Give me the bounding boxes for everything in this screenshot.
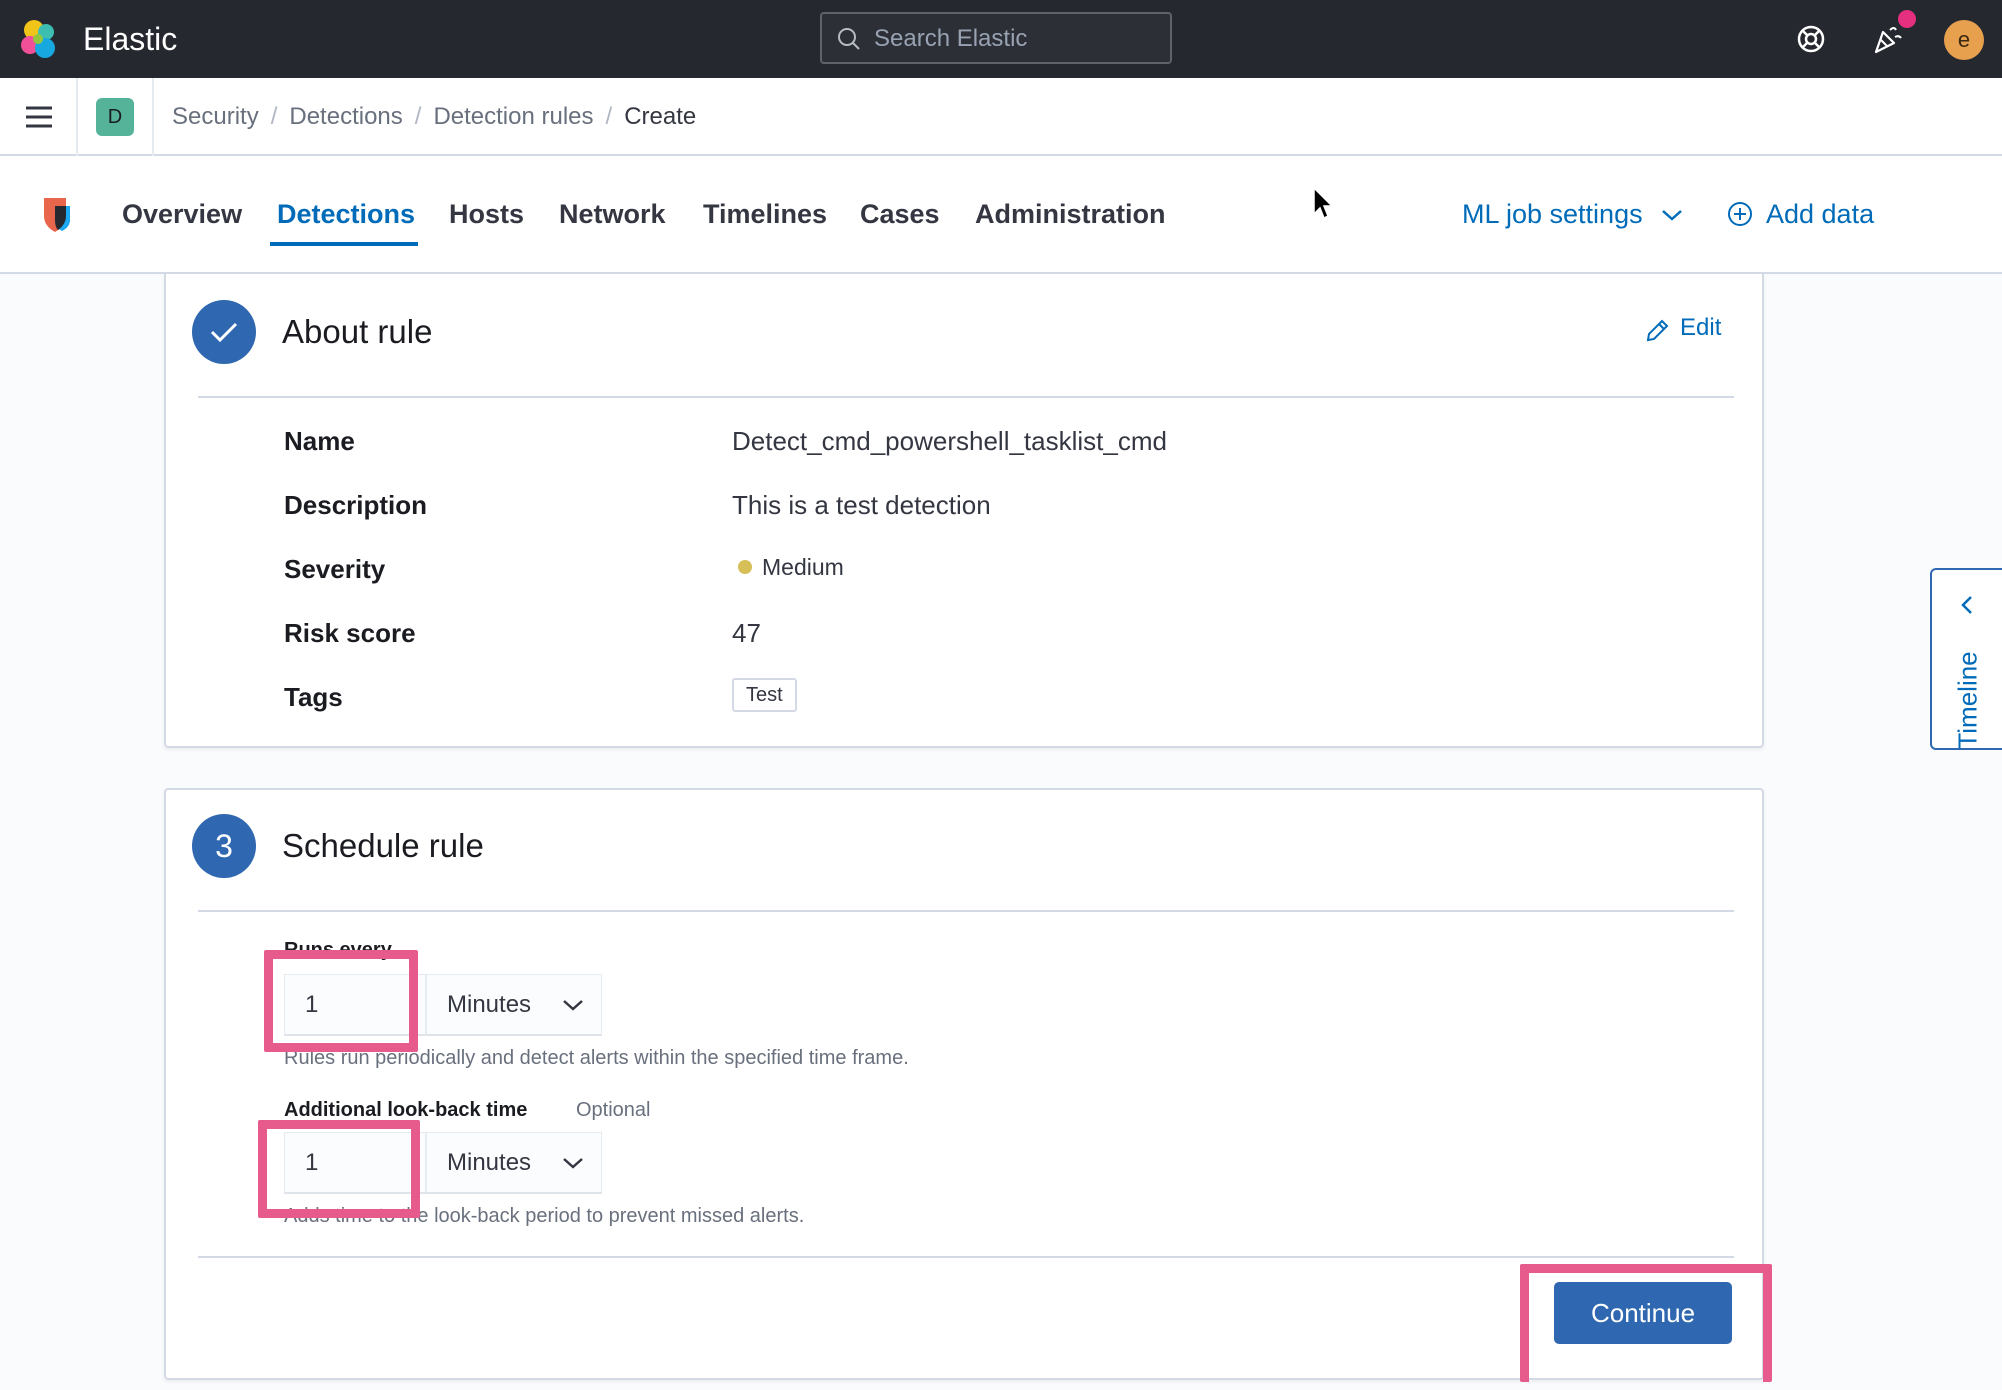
notification-dot [1898, 10, 1916, 28]
search-placeholder: Search Elastic [874, 25, 1028, 52]
timeline-flyout-button[interactable]: Timeline [1930, 568, 2002, 750]
edit-about-rule-button[interactable]: Edit [1680, 314, 1721, 342]
check-icon [210, 322, 238, 343]
schedule-rule-title: Schedule rule [282, 827, 484, 864]
security-app-nav: Overview Detections Hosts Network Timeli… [0, 156, 2002, 274]
chevron-down-icon [563, 1158, 583, 1169]
timeline-label: Timeline [1952, 651, 1983, 749]
tab-network[interactable]: Network [559, 198, 666, 230]
step-number-badge: 3 [192, 814, 256, 878]
field-label-severity: Severity [284, 554, 386, 584]
field-value-name: Detect_cmd_powershell_tasklist_cmd [732, 426, 1167, 456]
breadcrumb-bar: D Security / Detections / Detection rules / Cr… [0, 78, 2002, 156]
tab-timelines[interactable]: Timelines [703, 198, 827, 230]
security-app-icon[interactable] [40, 194, 74, 234]
tag-badge: Test [732, 678, 797, 712]
ml-job-settings-button[interactable]: ML job settings [1462, 198, 1643, 230]
lookback-label: Additional look-back time [284, 1099, 528, 1121]
annotation-highlight [258, 1120, 420, 1218]
plus-circle-icon [1728, 202, 1752, 226]
about-rule-panel: About rule Edit Name Detect_cmd_powershe… [164, 274, 1764, 748]
add-data-button[interactable]: Add data [1766, 198, 1874, 230]
tab-overview[interactable]: Overview [122, 198, 242, 230]
field-value-severity: Medium [762, 554, 844, 580]
user-avatar[interactable]: e [1944, 20, 1984, 60]
breadcrumb-detections[interactable]: Detections [289, 103, 402, 130]
tab-hosts[interactable]: Hosts [449, 198, 524, 230]
tab-detections[interactable]: Detections [277, 198, 415, 230]
breadcrumb-security[interactable]: Security [172, 103, 259, 130]
lookback-optional-label: Optional [576, 1099, 651, 1121]
divider [198, 1256, 1734, 1258]
annotation-highlight [1520, 1264, 1772, 1382]
lookback-unit-value: Minutes [447, 1149, 532, 1176]
breadcrumb-detection-rules[interactable]: Detection rules [433, 103, 593, 130]
runs-every-unit-value: Minutes [447, 991, 532, 1018]
annotation-highlight [264, 950, 418, 1052]
divider [198, 910, 1734, 912]
schedule-rule-panel: 3 Schedule rule Runs every 1 Minutes Rul… [164, 788, 1772, 1382]
breadcrumb: Security / Detections / Detection rules / Crea… [172, 103, 697, 130]
field-label-tags: Tags [284, 682, 343, 712]
menu-icon[interactable] [24, 102, 54, 132]
divider [198, 396, 1734, 398]
active-tab-indicator [270, 242, 418, 246]
brand-title[interactable]: Elastic [83, 18, 177, 60]
divider [152, 78, 154, 156]
severity-dot-icon [738, 560, 752, 574]
divider [76, 78, 78, 156]
field-label-name: Name [284, 426, 355, 456]
field-value-description: This is a test detection [732, 490, 991, 520]
elastic-logo-icon[interactable] [18, 18, 60, 60]
global-search-input[interactable]: Search Elastic [820, 12, 1172, 64]
chevron-down-icon [1662, 210, 1682, 221]
tab-administration[interactable]: Administration [975, 198, 1166, 230]
chevron-down-icon [563, 1000, 583, 1011]
lookback-unit-select[interactable]: Minutes [426, 1132, 602, 1194]
field-value-risk-score: 47 [732, 618, 761, 648]
field-label-description: Description [284, 490, 428, 520]
search-icon [838, 28, 860, 50]
pencil-icon[interactable] [1644, 318, 1670, 344]
space-avatar[interactable]: D [96, 98, 134, 136]
step-complete-badge [192, 300, 256, 364]
breadcrumb-create: Create [624, 103, 697, 130]
field-label-risk-score: Risk score [284, 618, 416, 648]
global-header: Elastic Search Elastic e [0, 0, 2002, 78]
tab-cases[interactable]: Cases [860, 198, 940, 230]
help-icon[interactable] [1792, 20, 1830, 58]
about-rule-title: About rule [282, 313, 433, 350]
chevron-left-icon [1961, 596, 1972, 614]
runs-every-unit-select[interactable]: Minutes [426, 974, 602, 1036]
mouse-cursor-icon [1313, 186, 1334, 220]
